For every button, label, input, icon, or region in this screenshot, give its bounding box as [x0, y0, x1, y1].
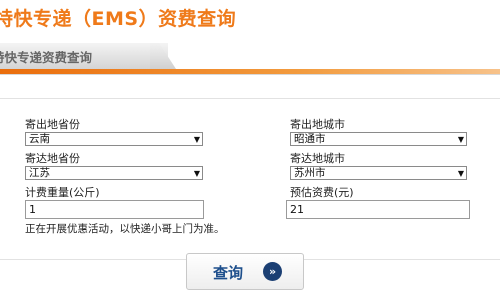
- promotion-note: 正在开展优惠活动，以快递小哥上门为准。: [25, 223, 225, 235]
- origin-province-value: 云南: [29, 133, 50, 145]
- dest-province-label: 寄达地省份: [25, 152, 80, 165]
- dropdown-arrow-icon: ▼: [193, 169, 200, 178]
- origin-city-label: 寄出地城市: [290, 118, 345, 131]
- dropdown-arrow-icon: ▼: [193, 135, 200, 144]
- dropdown-arrow-icon: ▼: [457, 169, 464, 178]
- fee-output: 21: [286, 200, 470, 219]
- origin-province-label: 寄出地省份: [25, 118, 80, 131]
- dest-city-label: 寄达地城市: [290, 152, 345, 165]
- origin-city-select[interactable]: 昭通市 ▼: [290, 132, 467, 146]
- dest-city-value: 苏州市: [294, 167, 326, 179]
- weight-input[interactable]: 1: [25, 200, 204, 219]
- dropdown-arrow-icon: ▼: [457, 135, 464, 144]
- fee-value: 21: [290, 203, 304, 216]
- dest-city-select[interactable]: 苏州市 ▼: [290, 166, 467, 180]
- dest-province-value: 江苏: [29, 167, 50, 179]
- page-title: 特快专递（EMS）资费查询: [0, 8, 237, 30]
- query-button[interactable]: 查询 »: [186, 253, 304, 290]
- query-button-label: 查询: [213, 264, 244, 282]
- header-divider-shadow: [0, 74, 500, 75]
- fee-label: 预估资费(元): [290, 186, 354, 199]
- double-chevron-right-icon: »: [263, 262, 282, 281]
- origin-province-select[interactable]: 云南 ▼: [25, 132, 203, 146]
- origin-city-value: 昭通市: [294, 133, 326, 145]
- weight-label: 计费重量(公斤): [25, 186, 100, 199]
- weight-value: 1: [29, 203, 36, 216]
- tab-fee-query[interactable]: 特快专递资费查询: [0, 47, 92, 66]
- dest-province-select[interactable]: 江苏 ▼: [25, 166, 203, 180]
